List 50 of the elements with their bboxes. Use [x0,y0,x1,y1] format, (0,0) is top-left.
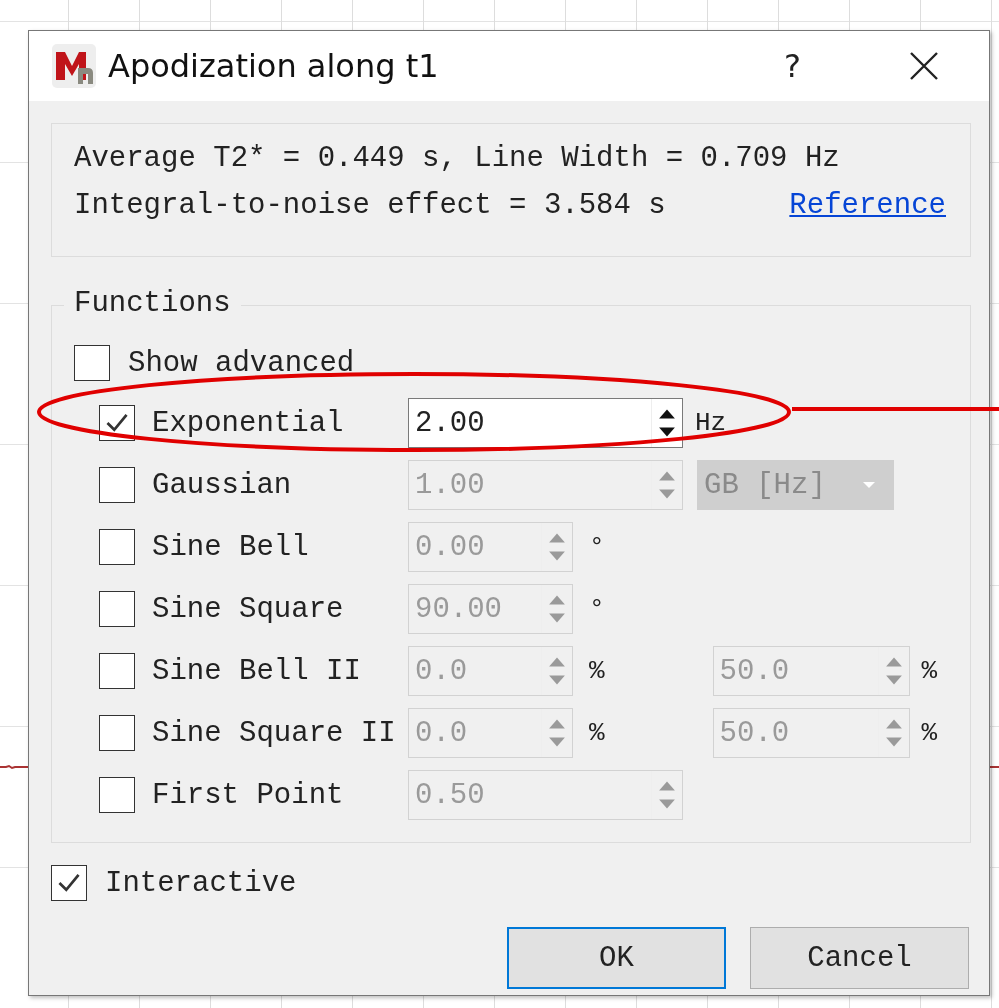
spin-box[interactable]: 2.00 [408,398,683,448]
checkbox-label: Interactive [105,866,297,900]
spectrum-trace [990,764,999,770]
spectrum-trace [0,764,28,770]
up-arrow-icon [548,718,566,730]
info-text: Average T2* = 0.449 s, Line Width = 0.709 Hz [74,142,841,175]
unit-label: Hz [695,408,727,438]
down-arrow-icon [884,674,903,686]
checkbox[interactable] [74,345,110,381]
unit-label: ° [589,594,605,624]
checkbox-label: Exponential [152,406,345,440]
up-arrow-icon [548,532,566,544]
up-arrow-icon [548,594,566,606]
app-logo-icon [52,44,96,88]
checkbox-label: Sine Square II [152,716,397,750]
down-arrow-icon [658,426,676,438]
help-button[interactable]: ? [776,47,809,85]
down-arrow-icon [548,736,566,748]
close-button[interactable] [909,51,939,81]
checkbox-label: Sine Bell II [152,654,362,688]
caret-icon [863,482,875,488]
checkbox-label: First Point [152,778,345,812]
close-icon [909,51,939,81]
checkbox-label: Show advanced [128,346,355,380]
down-arrow-icon [884,736,903,748]
down-arrow-icon [548,674,566,686]
checkbox-label: Gaussian [152,468,293,502]
info-text: Integral-to-noise effect = 3.584 s [74,189,666,222]
down-arrow-icon [658,488,676,500]
checkbox-label: Sine Square [152,592,345,626]
checkbox[interactable] [51,865,87,901]
dialog-button[interactable]: OK [507,927,726,989]
up-arrow-icon [548,656,566,668]
checkbox-label: Sine Bell [152,530,310,564]
up-arrow-icon [884,656,903,668]
up-arrow-icon [658,470,676,482]
up-arrow-icon [658,780,676,792]
window-title: Apodization along t1 [108,47,440,85]
unit-label: ° [589,532,605,562]
up-arrow-icon [658,408,676,420]
dialog-button[interactable]: Cancel [750,927,969,989]
unit-label: % [589,656,605,686]
up-arrow-icon [884,718,903,730]
reference-link[interactable]: Reference [789,189,946,222]
down-arrow-icon [548,612,566,624]
down-arrow-icon [548,550,566,562]
down-arrow-icon [658,798,676,810]
unit-label: % [921,718,938,748]
unit-label: % [589,718,605,748]
unit-label: % [921,656,938,686]
